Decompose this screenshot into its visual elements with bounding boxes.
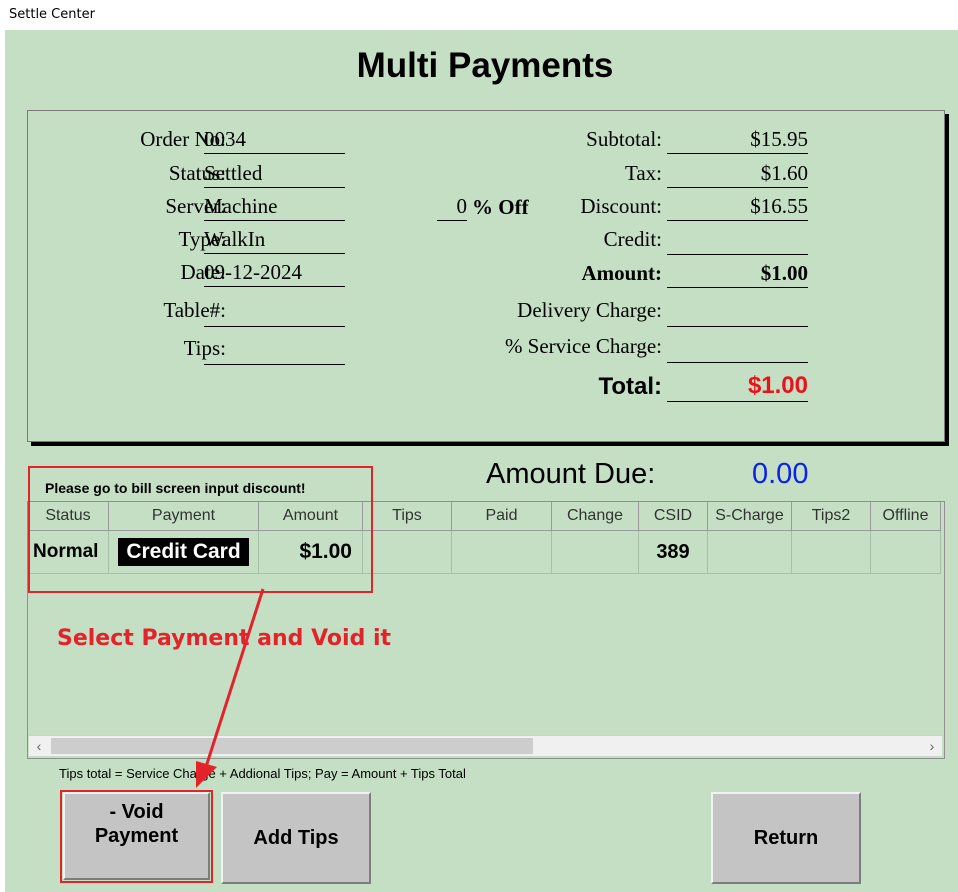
total-field: $1.00 bbox=[667, 373, 808, 402]
delivery-charge-label: Delivery Charge: bbox=[517, 298, 662, 322]
amount-due-value: 0.00 bbox=[752, 458, 809, 490]
delivery-charge-field[interactable] bbox=[667, 300, 808, 327]
discount-field: $16.55 bbox=[667, 194, 808, 221]
amount-label: Amount: bbox=[581, 261, 662, 285]
table-field[interactable] bbox=[204, 300, 345, 327]
highlight-payment-box bbox=[28, 466, 373, 593]
scroll-left-icon[interactable]: ‹ bbox=[29, 736, 49, 756]
service-charge-field[interactable] bbox=[667, 336, 808, 363]
type-field: WalkIn bbox=[204, 227, 345, 254]
col-change[interactable]: Change bbox=[551, 502, 639, 531]
cell-offline[interactable] bbox=[870, 530, 941, 574]
order-info-panel: Order No: 0034 Status: Settled Server: M… bbox=[27, 110, 945, 442]
discount-percent-field[interactable]: 0 bbox=[437, 194, 467, 221]
cell-tips2[interactable] bbox=[791, 530, 871, 574]
server-field: Machine bbox=[204, 194, 345, 221]
col-tips2[interactable]: Tips2 bbox=[791, 502, 871, 531]
scroll-right-icon[interactable]: › bbox=[922, 736, 942, 756]
date-field: 09-12-2024 bbox=[204, 260, 345, 287]
col-offline[interactable]: Offline bbox=[870, 502, 941, 531]
tips-field[interactable] bbox=[204, 338, 345, 365]
amount-due-label: Amount Due: bbox=[486, 458, 656, 490]
tax-label: Tax: bbox=[624, 161, 662, 185]
cell-tips[interactable] bbox=[362, 530, 452, 574]
col-paid[interactable]: Paid bbox=[451, 502, 552, 531]
order-no-field: 0034 bbox=[204, 127, 345, 154]
return-button[interactable]: Return bbox=[711, 792, 861, 884]
cell-s-charge[interactable] bbox=[707, 530, 792, 574]
window-left-edge bbox=[0, 30, 5, 892]
col-csid[interactable]: CSID bbox=[638, 502, 708, 531]
percent-off-label: % Off bbox=[472, 195, 529, 219]
annotation-text: Select Payment and Void it bbox=[57, 626, 392, 651]
credit-label: Credit: bbox=[603, 227, 662, 251]
col-s-charge[interactable]: S-Charge bbox=[707, 502, 792, 531]
service-charge-label: % Service Charge: bbox=[504, 334, 662, 358]
subtotal-label: Subtotal: bbox=[586, 127, 662, 151]
cell-paid[interactable] bbox=[451, 530, 552, 574]
horizontal-scrollbar[interactable]: ‹ › bbox=[29, 735, 942, 756]
cell-csid[interactable]: 389 bbox=[638, 530, 708, 574]
highlight-void-box bbox=[60, 790, 213, 883]
window-title: Settle Center bbox=[9, 7, 95, 22]
amount-field: $1.00 bbox=[667, 261, 808, 288]
add-tips-button[interactable]: Add Tips bbox=[221, 792, 371, 884]
page-title: Multi Payments bbox=[356, 46, 614, 85]
status-field: Settled bbox=[204, 161, 345, 188]
col-tips[interactable]: Tips bbox=[362, 502, 452, 531]
window-titlebar: Settle Center bbox=[0, 0, 958, 30]
cell-change[interactable] bbox=[551, 530, 639, 574]
scroll-thumb[interactable] bbox=[51, 738, 533, 754]
discount-label: Discount: bbox=[580, 194, 662, 218]
tips-footnote: Tips total = Service Charge + Addional T… bbox=[59, 766, 466, 781]
total-label: Total: bbox=[598, 373, 662, 400]
subtotal-field: $15.95 bbox=[667, 127, 808, 154]
tax-field: $1.60 bbox=[667, 161, 808, 188]
credit-field bbox=[667, 228, 808, 255]
